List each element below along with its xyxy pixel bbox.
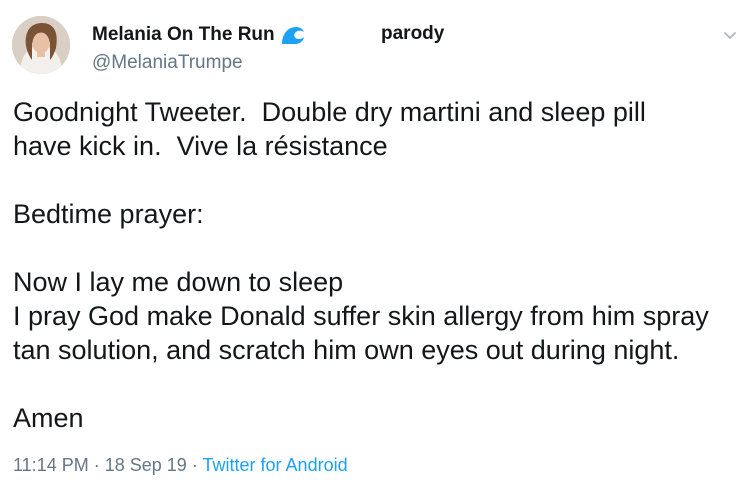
tweet-line: Amen xyxy=(13,403,84,433)
author-name-row: Melania On The Run xyxy=(92,21,306,49)
tweet-date[interactable]: 18 Sep 19 xyxy=(105,455,187,475)
tweet-meta: 11:14 PM · 18 Sep 19 · Twitter for Andro… xyxy=(13,455,348,476)
meta-separator: · xyxy=(191,455,198,475)
parody-label: parody xyxy=(381,23,445,44)
tweet-source-link[interactable]: Twitter for Android xyxy=(203,455,348,475)
tweet-line: I pray God make Donald suffer skin aller… xyxy=(13,301,709,331)
author-handle[interactable]: @MelaniaTrumpe xyxy=(92,52,243,74)
tweet-text: Goodnight Tweeter. Double dry martini an… xyxy=(13,95,743,435)
tweet-line: Bedtime prayer: xyxy=(13,199,204,229)
tweet-line: Now I lay me down to sleep xyxy=(13,267,344,297)
tweet-card: Melania On The Run parody @MelaniaTrumpe… xyxy=(0,0,752,486)
author-display-name[interactable]: Melania On The Run xyxy=(92,24,275,46)
tweet-line: have kick in. Vive la résistance xyxy=(13,131,388,161)
chevron-down-icon[interactable] xyxy=(722,30,738,42)
tweet-line: tan solution, and scratch him own eyes o… xyxy=(13,335,680,365)
avatar[interactable] xyxy=(12,16,70,74)
tweet-line: Goodnight Tweeter. Double dry martini an… xyxy=(13,97,646,127)
water-wave-icon xyxy=(280,24,306,46)
meta-separator: · xyxy=(93,455,100,475)
profile-photo-icon xyxy=(12,16,70,74)
tweet-time[interactable]: 11:14 PM xyxy=(13,455,89,475)
